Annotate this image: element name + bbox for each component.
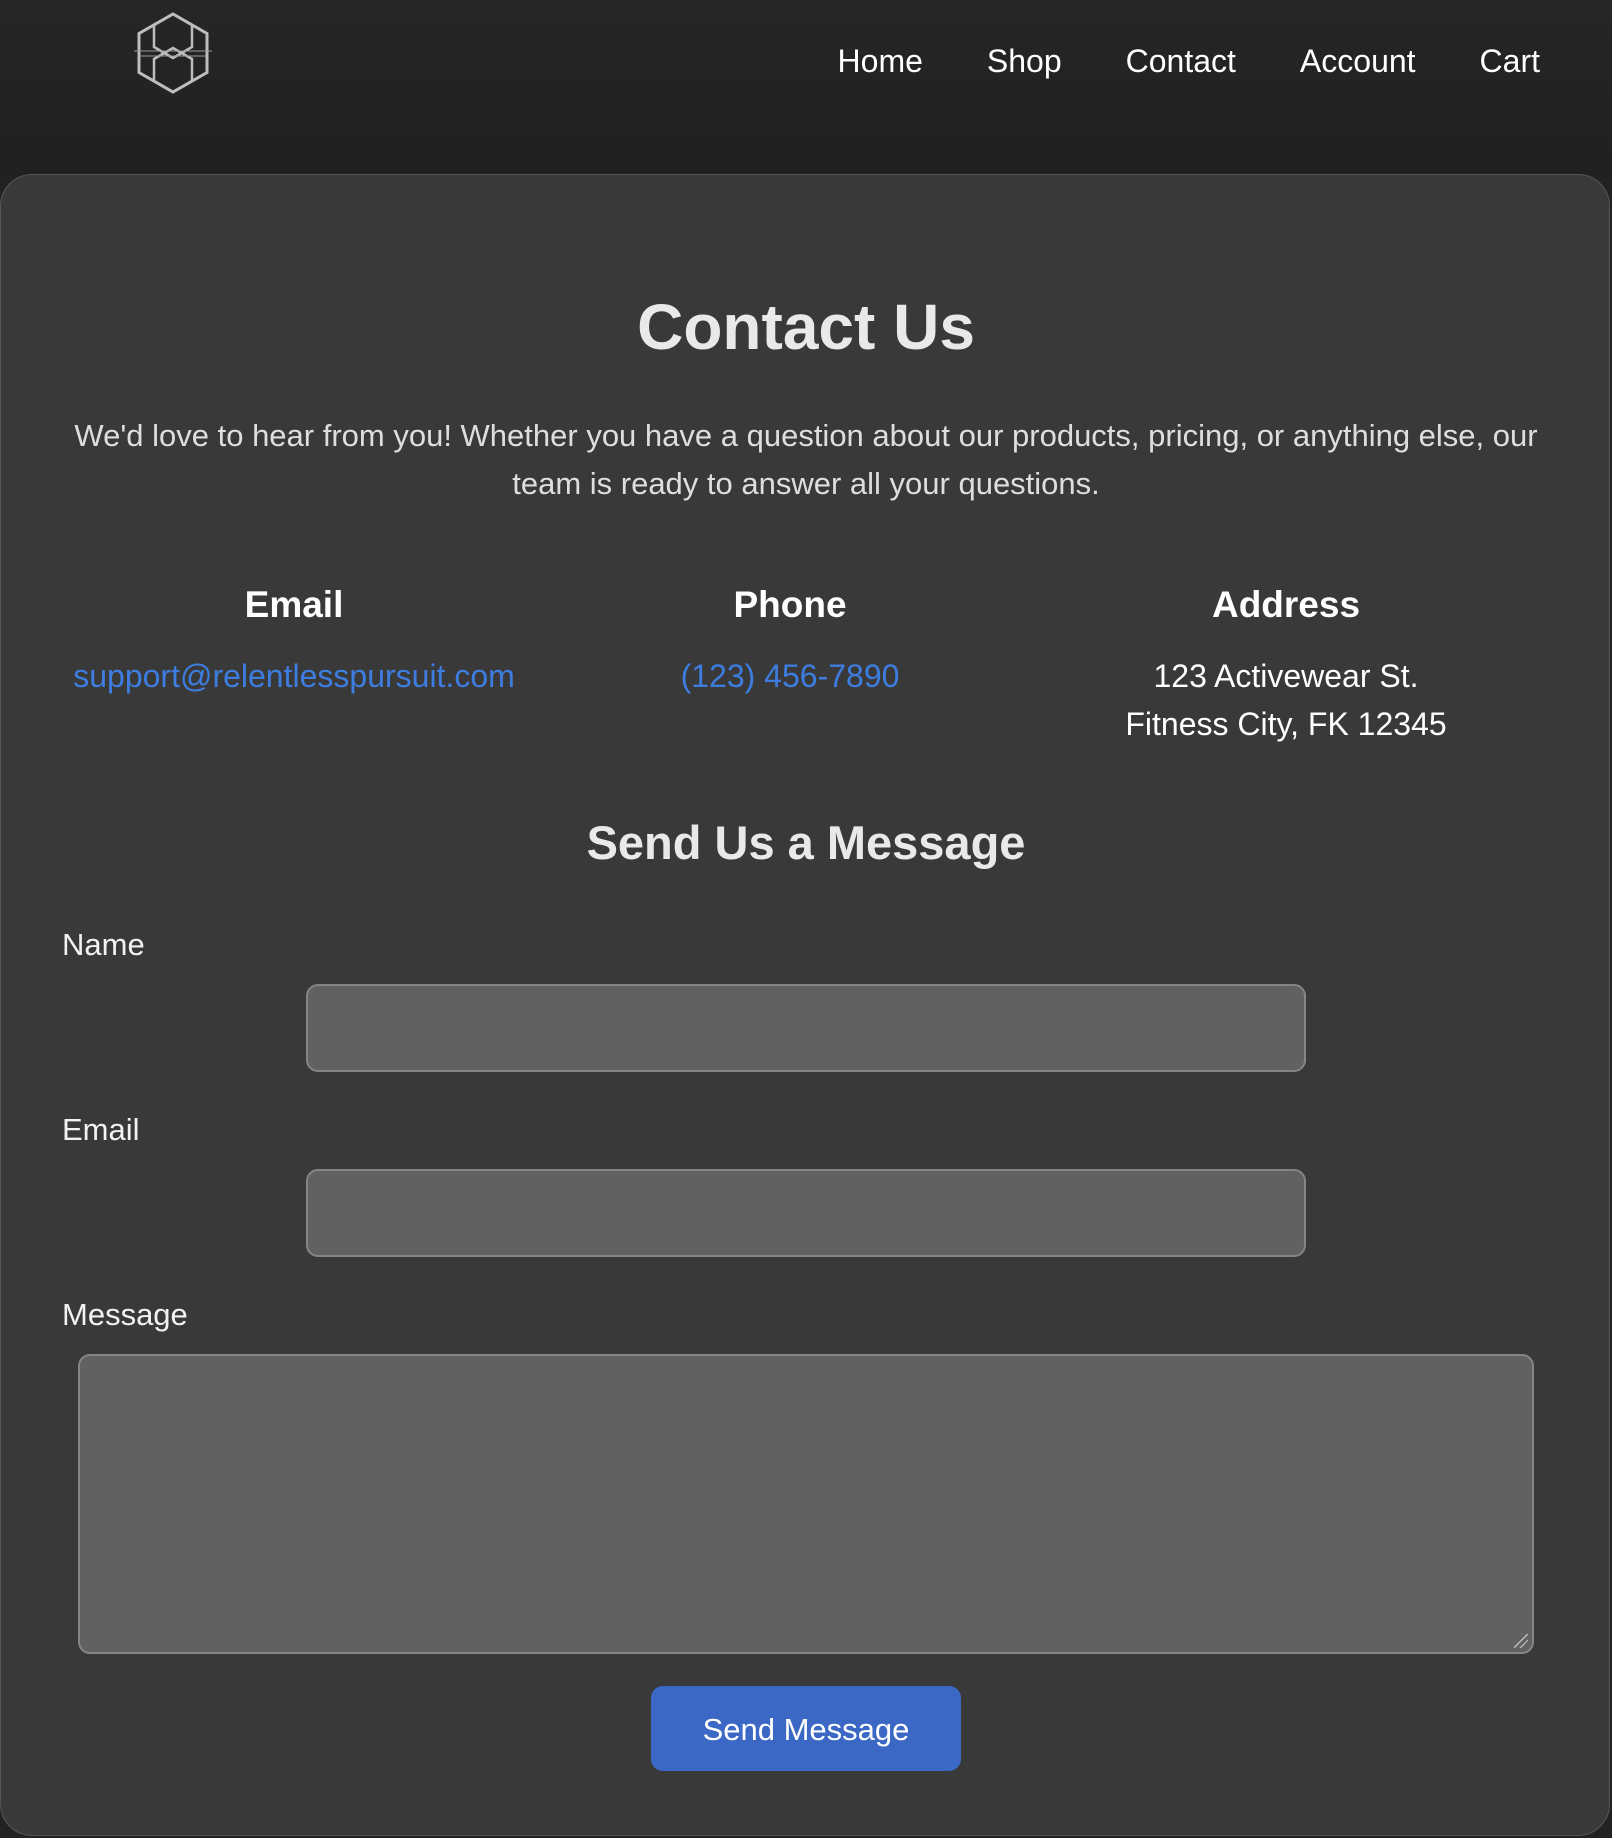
main-nav: Home Shop Contact Account Cart	[774, 36, 1540, 86]
email-heading: Email	[244, 584, 344, 625]
address-line-1: 123 Activewear St.	[1153, 658, 1419, 694]
address-heading: Address	[1211, 584, 1361, 625]
phone-link[interactable]: (123) 456-7890	[681, 658, 900, 694]
name-label: Name	[62, 927, 145, 962]
nav-account[interactable]: Account	[1300, 36, 1416, 86]
message-textarea[interactable]	[78, 1354, 1534, 1654]
resize-handle-icon[interactable]	[1514, 1634, 1528, 1648]
form-title: Send Us a Message	[586, 816, 1026, 869]
email-label: Email	[62, 1112, 140, 1147]
intro-text: We'd love to hear from you! Whether you …	[74, 418, 1538, 501]
hexagon-logo-icon[interactable]	[130, 10, 216, 96]
phone-heading: Phone	[733, 584, 847, 625]
email-link[interactable]: support@relentlesspursuit.com	[73, 658, 515, 694]
send-message-button[interactable]: Send Message	[651, 1686, 961, 1771]
name-input[interactable]	[306, 984, 1306, 1072]
address-info: Address 123 Activewear St. Fitness City,…	[1036, 580, 1536, 748]
nav-contact[interactable]: Contact	[1126, 36, 1236, 86]
nav-cart[interactable]: Cart	[1480, 36, 1540, 86]
email-input[interactable]	[306, 1169, 1306, 1257]
email-info: Email support@relentlesspursuit.com	[44, 580, 544, 700]
nav-shop[interactable]: Shop	[987, 36, 1062, 86]
nav-home[interactable]: Home	[838, 36, 923, 86]
phone-info: Phone (123) 456-7890	[540, 580, 1040, 700]
message-label: Message	[62, 1297, 188, 1332]
page-title: Contact Us	[637, 291, 975, 363]
site-header: Home Shop Contact Account Cart	[0, 0, 1612, 175]
address-line-2: Fitness City, FK 12345	[1125, 706, 1447, 742]
